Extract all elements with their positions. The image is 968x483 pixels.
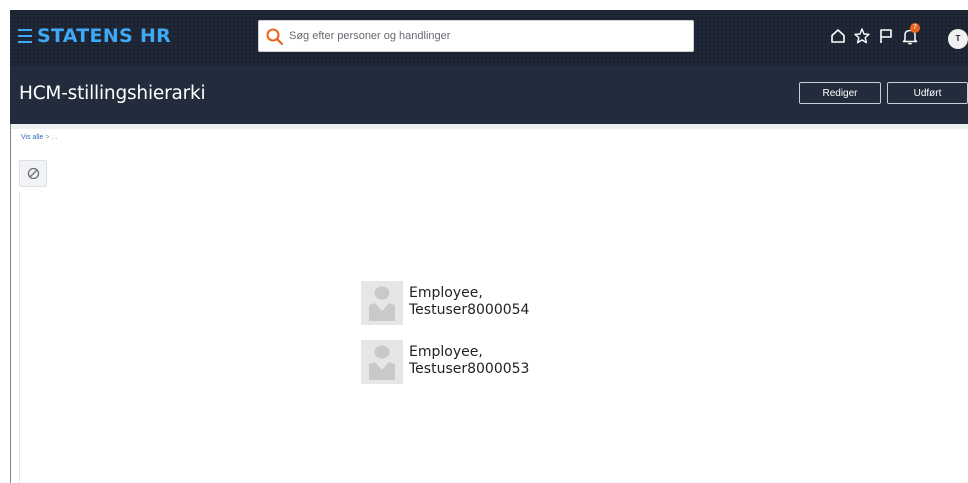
top-navigation-bar: STATENS HR 7	[10, 10, 968, 66]
hamburger-menu-icon[interactable]	[18, 28, 32, 44]
page-title: HCM-stillingshierarki	[19, 83, 206, 104]
breadcrumb-ellipsis[interactable]: ...	[51, 134, 57, 141]
person-photo-placeholder	[361, 281, 403, 325]
person-silhouette-icon	[369, 286, 395, 321]
search-icon[interactable]	[265, 27, 285, 47]
no-entry-icon	[27, 167, 40, 180]
user-avatar[interactable]: T	[948, 29, 968, 49]
content-top-strip	[11, 124, 968, 129]
breadcrumb-show-all-link[interactable]: Vis alle	[21, 134, 43, 141]
breadcrumb: Vis alle > ...	[21, 134, 57, 141]
search-box[interactable]	[258, 20, 694, 52]
brand-logo[interactable]: STATENS HR	[37, 25, 171, 47]
person-card[interactable]: Employee, Testuser8000053	[361, 340, 581, 384]
person-last-name: Employee,	[409, 285, 483, 301]
flag-icon[interactable]	[876, 26, 896, 46]
notification-count-badge: 7	[910, 23, 920, 33]
app-root: STATENS HR 7	[0, 0, 968, 483]
person-name: Employee, Testuser8000054	[409, 285, 529, 319]
notifications-button[interactable]: 7	[900, 23, 920, 46]
star-icon[interactable]	[852, 26, 872, 46]
person-first-name: Testuser8000054	[409, 302, 530, 318]
edit-button[interactable]: Rediger	[799, 82, 881, 104]
page-header: HCM-stillingshierarki Rediger Udført	[10, 66, 968, 124]
person-card[interactable]: Employee, Testuser8000054	[361, 281, 581, 325]
person-first-name: Testuser8000053	[409, 361, 530, 377]
content-divider	[19, 192, 20, 483]
hierarchy-tool-button[interactable]	[19, 160, 47, 187]
hierarchy-content: Vis alle > ... Employee, Testuser8000054	[10, 124, 968, 483]
search-input[interactable]	[289, 25, 685, 47]
home-icon[interactable]	[828, 26, 848, 46]
person-photo-placeholder	[361, 340, 403, 384]
done-button[interactable]: Udført	[887, 82, 968, 104]
person-last-name: Employee,	[409, 344, 483, 360]
person-name: Employee, Testuser8000053	[409, 344, 529, 378]
person-silhouette-icon	[369, 345, 395, 380]
